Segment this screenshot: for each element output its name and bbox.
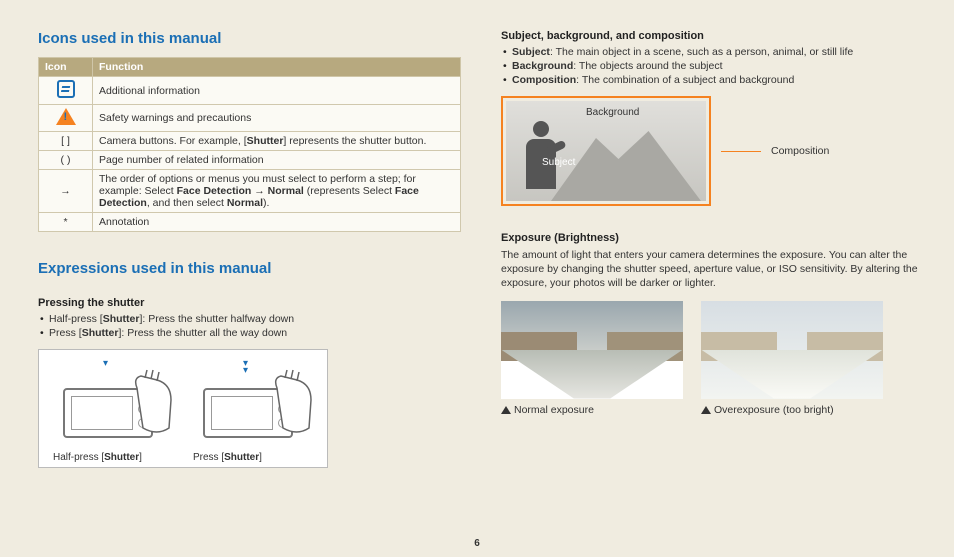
triangle-up-icon	[501, 406, 511, 414]
cell-text: Camera buttons. For example, [Shutter] r…	[93, 132, 461, 151]
label-subject: Subject	[542, 157, 575, 168]
table-row: Additional information	[39, 77, 461, 105]
label-composition: Composition	[771, 145, 829, 157]
page-number: 6	[0, 538, 954, 549]
paren-icon: ( )	[39, 151, 93, 170]
composition-illustration: Background Subject	[501, 96, 711, 206]
cell-text: The order of options or menus you must s…	[93, 170, 461, 213]
arrow-icon: →	[39, 170, 93, 213]
hand-icon	[127, 368, 177, 438]
chevron-down-icon: ▾▾	[243, 360, 248, 374]
th-icon: Icon	[39, 58, 93, 77]
exposure-para: The amount of light that enters your cam…	[501, 248, 924, 291]
hand-icon	[267, 368, 317, 438]
brackets-icon: [ ]	[39, 132, 93, 151]
bullet-fullpress: Press [Shutter]: Press the shutter all t…	[40, 327, 461, 339]
exposure-title: Exposure (Brightness)	[501, 232, 924, 244]
table-row: * Annotation	[39, 213, 461, 232]
cell-text: Annotation	[93, 213, 461, 232]
table-row: ( ) Page number of related information	[39, 151, 461, 170]
bullet-subject: Subject: The main object in a scene, suc…	[503, 46, 924, 58]
heading-icons: Icons used in this manual	[38, 30, 461, 47]
shutter-illustration-box: ▾ Half-press [Shutter] ▾▾	[38, 349, 328, 468]
table-row: → The order of options or menus you must…	[39, 170, 461, 213]
caption-fullpress: Press [Shutter]	[193, 452, 313, 463]
camera-halfpress-illustration: ▾	[53, 358, 173, 448]
star-icon: *	[39, 213, 93, 232]
camera-fullpress-illustration: ▾▾	[193, 358, 313, 448]
bullet-halfpress: Half-press [Shutter]: Press the shutter …	[40, 313, 461, 325]
bullet-background: Background: The objects around the subje…	[503, 60, 924, 72]
th-function: Function	[93, 58, 461, 77]
table-row: [ ] Camera buttons. For example, [Shutte…	[39, 132, 461, 151]
pressing-shutter-title: Pressing the shutter	[38, 297, 461, 309]
cell-text: Additional information	[93, 77, 461, 105]
chevron-down-icon: ▾	[103, 360, 108, 367]
label-background: Background	[586, 107, 639, 118]
cell-text: Page number of related information	[93, 151, 461, 170]
note-icon	[39, 77, 93, 105]
caption-overexposure: Overexposure (too bright)	[714, 404, 834, 416]
heading-expressions: Expressions used in this manual	[38, 260, 461, 277]
normal-exposure-sample: Normal exposure	[501, 301, 683, 416]
table-row: Safety warnings and precautions	[39, 105, 461, 132]
caption-normal-exposure: Normal exposure	[514, 404, 594, 416]
triangle-up-icon	[701, 406, 711, 414]
warning-icon	[39, 105, 93, 132]
callout-line	[721, 151, 761, 152]
caption-halfpress: Half-press [Shutter]	[53, 452, 173, 463]
cell-text: Safety warnings and precautions	[93, 105, 461, 132]
bullet-composition: Composition: The combination of a subjec…	[503, 74, 924, 86]
icons-table: Icon Function Additional information Saf…	[38, 57, 461, 232]
overexposure-sample: Overexposure (too bright)	[701, 301, 883, 416]
sbc-title: Subject, background, and composition	[501, 30, 924, 42]
